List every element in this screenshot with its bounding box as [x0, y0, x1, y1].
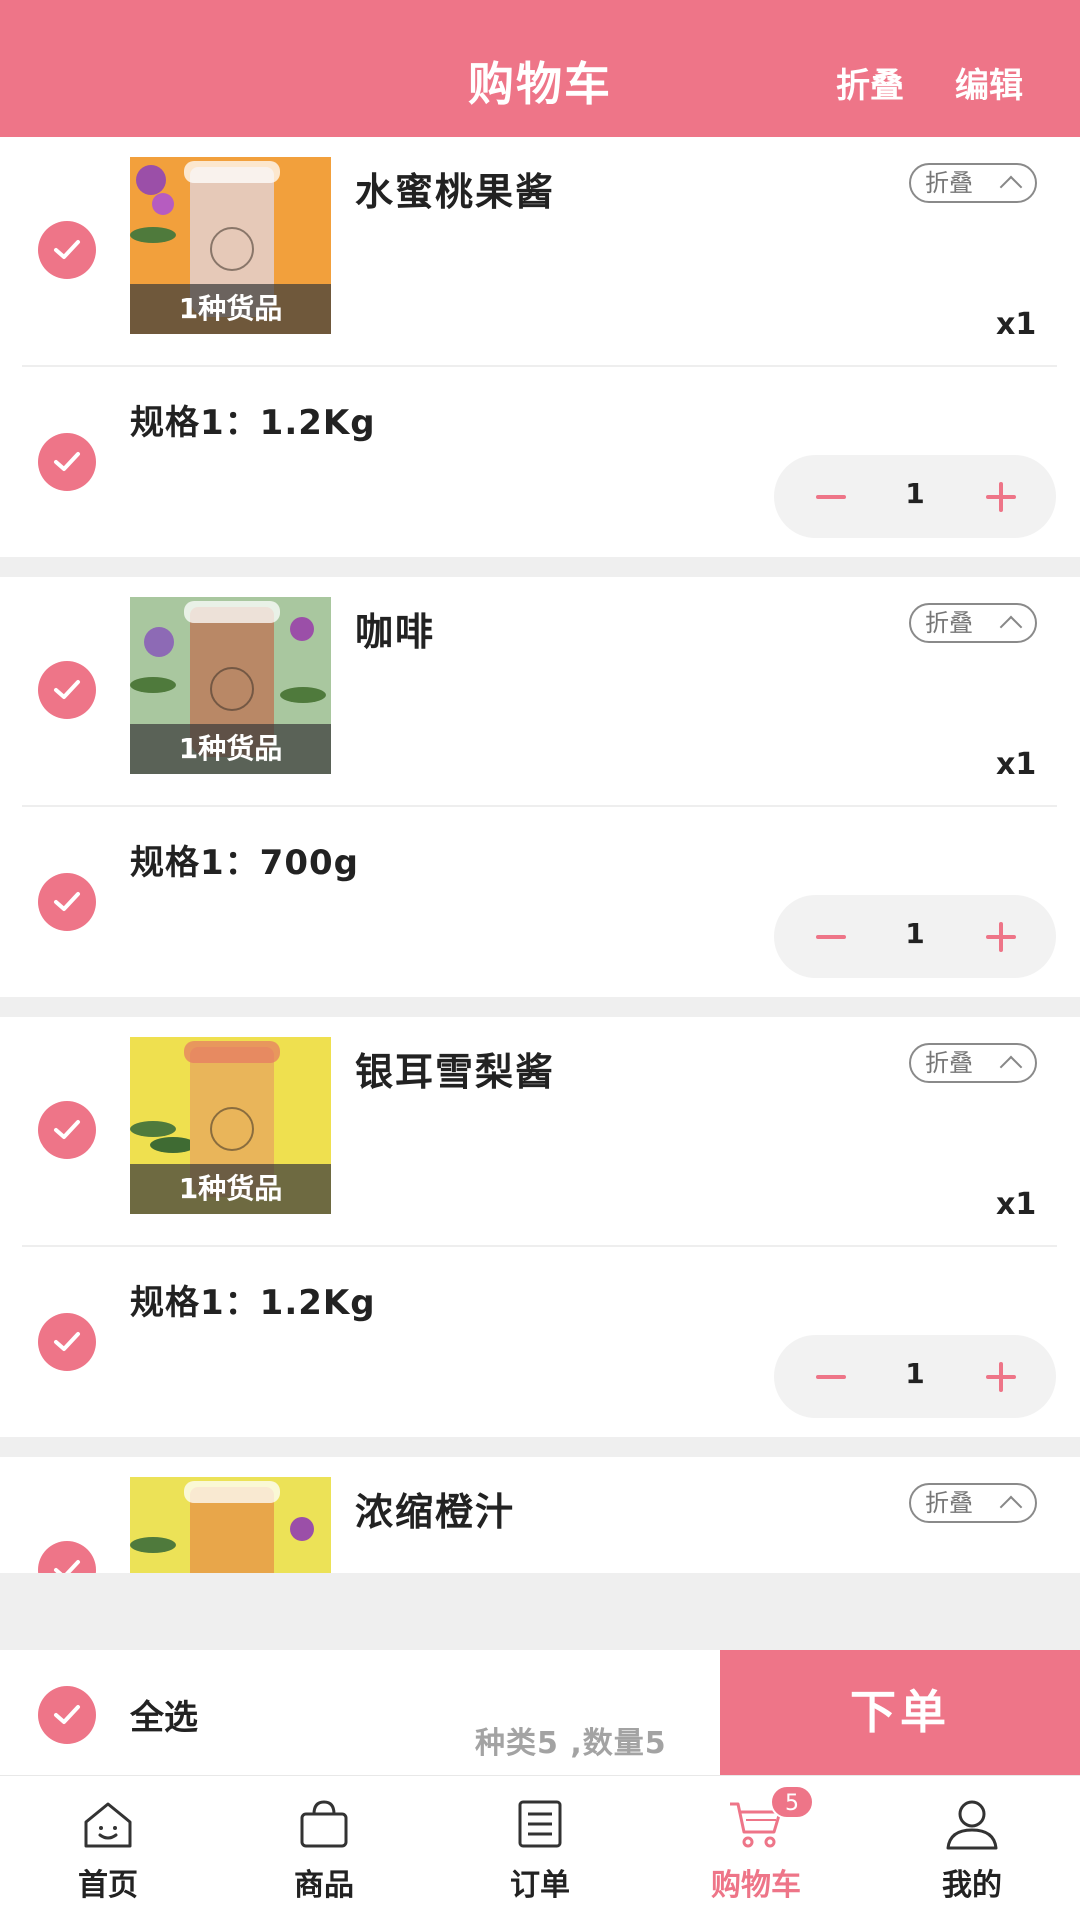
spec-label: 规格1：1.2Kg: [130, 403, 376, 443]
cart-group: 1种货品 银耳雪梨酱 折叠 x1 规格1：1.2Kg 1: [0, 1017, 1080, 1437]
checkout-bar: 全选 种类5 ,数量5 下单: [0, 1650, 1080, 1775]
list-bottom-spacer: [0, 1573, 1080, 1650]
product-name[interactable]: 水蜜桃果酱: [355, 161, 555, 216]
item-quantity-label: x1: [996, 1187, 1037, 1222]
spec-checkbox[interactable]: [38, 433, 96, 491]
chevron-up-icon: [999, 175, 1023, 199]
divider: [22, 365, 1057, 367]
item-checkbox[interactable]: [38, 661, 96, 719]
order-icon: [518, 1800, 562, 1848]
group-separator: [0, 997, 1080, 1017]
product-name[interactable]: 咖啡: [355, 601, 435, 656]
goods-count-label: 1种货品: [130, 724, 331, 774]
product-name[interactable]: 浓缩橙汁: [355, 1481, 515, 1536]
quantity-stepper: 1: [774, 895, 1056, 978]
home-icon: [84, 1802, 132, 1848]
tab-cart[interactable]: 购物车: [648, 1776, 864, 1920]
decrease-button[interactable]: [808, 475, 852, 519]
item-checkbox[interactable]: [38, 1541, 96, 1573]
decrease-button[interactable]: [808, 915, 852, 959]
chevron-up-icon: [999, 1055, 1023, 1079]
product-image[interactable]: 1种货品: [130, 157, 331, 334]
product-image[interactable]: 1种货品: [130, 1037, 331, 1214]
top-bar: 购物车 折叠 编辑: [0, 0, 1080, 137]
tab-products[interactable]: 商品: [216, 1776, 432, 1920]
fold-toggle-label: 折叠: [925, 1489, 973, 1517]
cart-summary: 种类5 ,数量5: [475, 1726, 667, 1761]
tab-label: 商品: [294, 1868, 354, 1903]
bottom-tab-bar: 首页 商品 订单 购物车 我的: [0, 1775, 1080, 1920]
goods-count-label: 1种货品: [130, 1164, 331, 1214]
select-all-checkbox[interactable]: [38, 1686, 96, 1744]
quantity-stepper: 1: [774, 1335, 1056, 1418]
fold-toggle[interactable]: 折叠: [909, 1483, 1037, 1523]
quantity-value[interactable]: 1: [884, 1357, 946, 1390]
group-separator: [0, 1437, 1080, 1457]
page-title: 购物车: [468, 57, 612, 111]
cart-list[interactable]: 1种货品 水蜜桃果酱 折叠 x1 规格1：1.2Kg 1 1种货品 咖啡 折叠 …: [0, 137, 1080, 1573]
spec-checkbox[interactable]: [38, 873, 96, 931]
edit-button[interactable]: 编辑: [955, 58, 1023, 107]
spec-checkbox[interactable]: [38, 1313, 96, 1371]
quantity-stepper: 1: [774, 455, 1056, 538]
tab-label: 我的: [942, 1868, 1002, 1903]
item-quantity-label: x1: [996, 307, 1037, 342]
decrease-button[interactable]: [808, 1355, 852, 1399]
user-icon: [946, 1800, 998, 1850]
quantity-value[interactable]: 1: [884, 477, 946, 510]
item-checkbox[interactable]: [38, 221, 96, 279]
fold-toggle[interactable]: 折叠: [909, 163, 1037, 203]
tab-label: 订单: [510, 1868, 570, 1903]
divider: [22, 805, 1057, 807]
quantity-value[interactable]: 1: [884, 917, 946, 950]
tab-label: 购物车: [711, 1868, 801, 1903]
select-all-label[interactable]: 全选: [130, 1690, 198, 1739]
cart-group: 1种货品 咖啡 折叠 x1 规格1：700g 1: [0, 577, 1080, 997]
divider: [22, 1245, 1057, 1247]
item-quantity-label: x1: [996, 747, 1037, 782]
group-separator: [0, 557, 1080, 577]
tab-home[interactable]: 首页: [0, 1776, 216, 1920]
product-name[interactable]: 银耳雪梨酱: [355, 1041, 555, 1096]
tab-label: 首页: [78, 1868, 138, 1903]
bag-icon: [300, 1800, 348, 1848]
cart-group: 浓缩橙汁 折叠: [0, 1457, 1080, 1573]
fold-toggle-label: 折叠: [925, 609, 973, 637]
fold-all-button[interactable]: 折叠: [836, 58, 904, 107]
increase-button[interactable]: [979, 1355, 1023, 1399]
cart-count-badge: 5: [770, 1785, 814, 1819]
spec-label: 规格1：1.2Kg: [130, 1283, 376, 1323]
fold-toggle-label: 折叠: [925, 1049, 973, 1077]
tab-orders[interactable]: 订单: [432, 1776, 648, 1920]
chevron-up-icon: [999, 1495, 1023, 1519]
goods-count-label: 1种货品: [130, 284, 331, 334]
product-image[interactable]: [130, 1477, 331, 1573]
tab-profile[interactable]: 我的: [864, 1776, 1080, 1920]
fold-toggle[interactable]: 折叠: [909, 1043, 1037, 1083]
spec-label: 规格1：700g: [130, 843, 359, 883]
product-image[interactable]: 1种货品: [130, 597, 331, 774]
place-order-button[interactable]: 下单: [720, 1650, 1080, 1775]
chevron-up-icon: [999, 615, 1023, 639]
increase-button[interactable]: [979, 475, 1023, 519]
fold-toggle[interactable]: 折叠: [909, 603, 1037, 643]
increase-button[interactable]: [979, 915, 1023, 959]
fold-toggle-label: 折叠: [925, 169, 973, 197]
item-checkbox[interactable]: [38, 1101, 96, 1159]
cart-group: 1种货品 水蜜桃果酱 折叠 x1 规格1：1.2Kg 1: [0, 137, 1080, 557]
